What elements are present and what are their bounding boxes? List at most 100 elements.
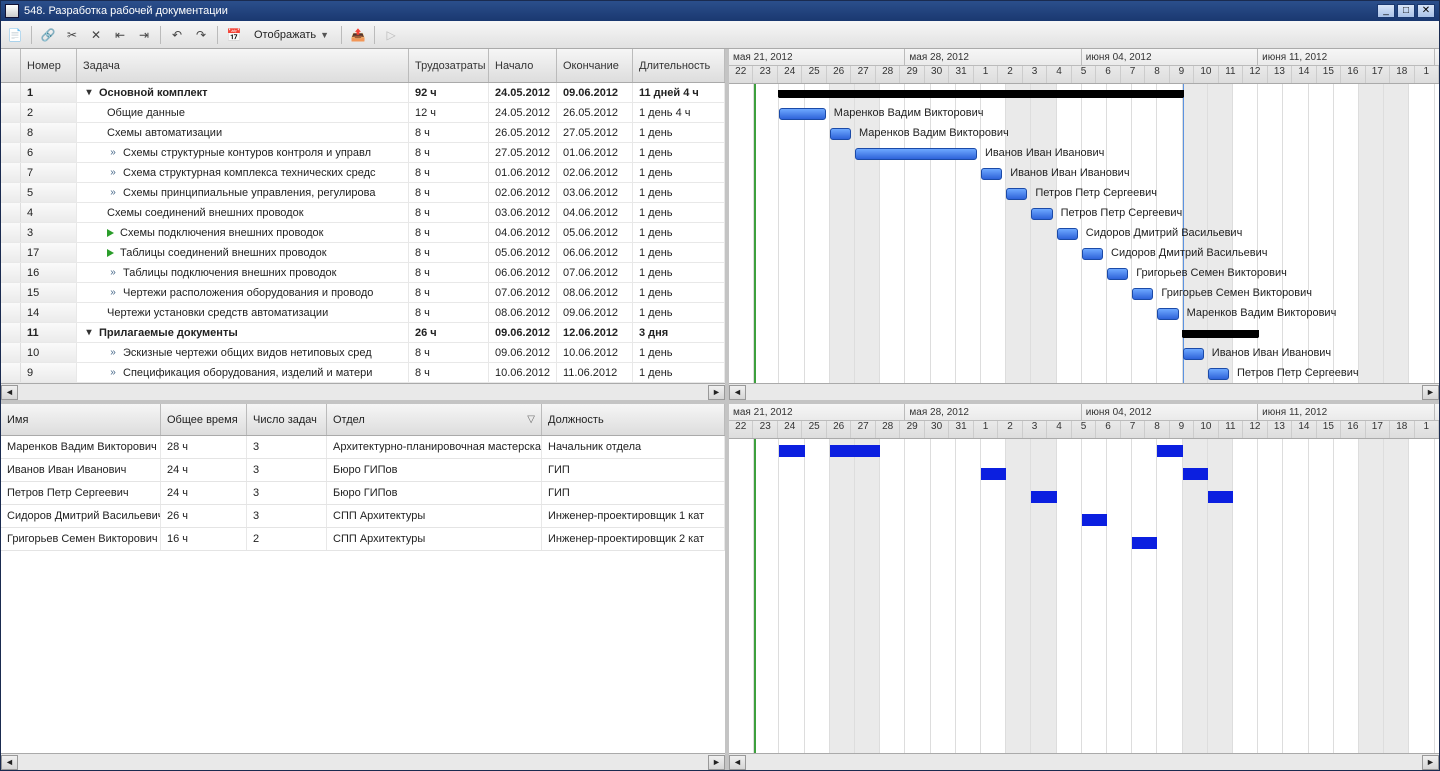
day-header[interactable]: 24: [778, 421, 802, 438]
task-row[interactable]: 5»Схемы принципиальные управления, регул…: [1, 183, 725, 203]
allocation-bar[interactable]: [830, 445, 880, 457]
task-bar[interactable]: [855, 148, 977, 160]
rcol-count[interactable]: Число задач: [247, 404, 327, 435]
task-row[interactable]: 11▾Прилагаемые документы26 ч09.06.201212…: [1, 323, 725, 343]
scroll-left-icon[interactable]: ◄: [1, 755, 18, 770]
day-header[interactable]: 25: [802, 66, 826, 83]
task-row[interactable]: 17Таблицы соединений внешних проводок8 ч…: [1, 243, 725, 263]
resource-row[interactable]: Маренков Вадим Викторович28 ч3Архитектур…: [1, 436, 725, 459]
day-header[interactable]: 14: [1292, 66, 1316, 83]
day-header[interactable]: 2: [998, 66, 1022, 83]
scroll-right-icon[interactable]: ►: [708, 755, 725, 770]
row-marker[interactable]: [1, 323, 21, 342]
row-marker[interactable]: [1, 103, 21, 122]
day-header[interactable]: 27: [851, 66, 875, 83]
day-header[interactable]: 8: [1145, 66, 1169, 83]
resource-row[interactable]: Сидоров Дмитрий Васильевич26 ч3СПП Архит…: [1, 505, 725, 528]
export-button[interactable]: 📤: [348, 25, 368, 45]
row-marker[interactable]: [1, 303, 21, 322]
col-end[interactable]: Окончание: [557, 49, 633, 82]
calendar-button[interactable]: 📅: [224, 25, 244, 45]
cell-task[interactable]: Схемы подключения внешних проводок: [77, 223, 409, 242]
task-bar[interactable]: [1157, 308, 1178, 320]
day-header[interactable]: 10: [1194, 421, 1218, 438]
task-row[interactable]: 3Схемы подключения внешних проводок8 ч04…: [1, 223, 725, 243]
day-header[interactable]: 10: [1194, 66, 1218, 83]
col-start[interactable]: Начало: [489, 49, 557, 82]
cell-task[interactable]: »Схема структурная комплекса технических…: [77, 163, 409, 182]
gantt-hscroll[interactable]: ◄ ►: [729, 383, 1439, 400]
day-header[interactable]: 27: [851, 421, 875, 438]
day-header[interactable]: 2: [998, 421, 1022, 438]
task-grid-hscroll[interactable]: ◄ ►: [1, 383, 725, 400]
day-header[interactable]: 24: [778, 66, 802, 83]
collapse-icon[interactable]: ▾: [83, 87, 95, 99]
close-button[interactable]: ✕: [1417, 4, 1435, 18]
cell-task[interactable]: »Эскизные чертежи общих видов нетиповых …: [77, 343, 409, 362]
day-header[interactable]: 22: [729, 421, 753, 438]
day-header[interactable]: 28: [876, 421, 900, 438]
allocation-bar[interactable]: [1208, 491, 1233, 503]
day-header[interactable]: 15: [1317, 421, 1341, 438]
task-bar[interactable]: [1082, 248, 1103, 260]
scroll-right-icon[interactable]: ►: [708, 385, 725, 400]
task-grid-body[interactable]: 1▾Основной комплект92 ч24.05.201209.06.2…: [1, 83, 725, 383]
row-marker[interactable]: [1, 263, 21, 282]
indent-button[interactable]: ⇥: [134, 25, 154, 45]
week-header[interactable]: мая 21, 2012: [729, 404, 905, 420]
row-marker[interactable]: [1, 203, 21, 222]
maximize-button[interactable]: □: [1397, 4, 1415, 18]
day-header[interactable]: 22: [729, 66, 753, 83]
day-header[interactable]: 6: [1096, 66, 1120, 83]
cell-task[interactable]: Общие данные: [77, 103, 409, 122]
task-row[interactable]: 6»Схемы структурные контуров контроля и …: [1, 143, 725, 163]
row-marker[interactable]: [1, 183, 21, 202]
rcol-pos[interactable]: Должность: [542, 404, 725, 435]
task-bar[interactable]: [981, 168, 1002, 180]
redo-button[interactable]: ↷: [191, 25, 211, 45]
day-header[interactable]: 13: [1268, 66, 1292, 83]
day-header[interactable]: 31: [949, 421, 973, 438]
collapse-icon[interactable]: ▾: [83, 327, 95, 339]
allocation-bar[interactable]: [779, 445, 804, 457]
week-header[interactable]: июня 04, 2012: [1082, 49, 1258, 65]
outdent-button[interactable]: ⇤: [110, 25, 130, 45]
resource-gantt-hscroll[interactable]: ◄ ►: [729, 753, 1439, 770]
cell-task[interactable]: ▾Основной комплект: [77, 83, 409, 102]
week-header[interactable]: июня 11, 2012: [1258, 49, 1434, 65]
day-header[interactable]: 23: [753, 421, 777, 438]
task-row[interactable]: 14Чертежи установки средств автоматизаци…: [1, 303, 725, 323]
day-header[interactable]: 3: [1023, 421, 1047, 438]
day-header[interactable]: 15: [1317, 66, 1341, 83]
cell-task[interactable]: »Таблицы подключения внешних проводок: [77, 263, 409, 282]
day-header[interactable]: 11: [1219, 421, 1243, 438]
row-marker[interactable]: [1, 363, 21, 382]
day-header[interactable]: 23: [753, 66, 777, 83]
task-bar[interactable]: [1107, 268, 1128, 280]
filter-icon[interactable]: ▽: [527, 414, 535, 425]
allocation-bar[interactable]: [1157, 445, 1182, 457]
day-header[interactable]: 14: [1292, 421, 1316, 438]
scroll-left-icon[interactable]: ◄: [1, 385, 18, 400]
task-bar[interactable]: [830, 128, 851, 140]
day-header[interactable]: 31: [949, 66, 973, 83]
col-dur[interactable]: Длительность: [633, 49, 725, 82]
day-header[interactable]: 1: [974, 66, 998, 83]
cell-task[interactable]: »Спецификация оборудования, изделий и ма…: [77, 363, 409, 382]
task-bar[interactable]: [779, 108, 825, 120]
task-bar[interactable]: [1183, 348, 1204, 360]
day-header[interactable]: 13: [1268, 421, 1292, 438]
cell-task[interactable]: Чертежи установки средств автоматизации: [77, 303, 409, 322]
task-row[interactable]: 9»Спецификация оборудования, изделий и м…: [1, 363, 725, 383]
rcol-dept[interactable]: Отдел ▽: [327, 404, 542, 435]
task-row[interactable]: 1▾Основной комплект92 ч24.05.201209.06.2…: [1, 83, 725, 103]
task-row[interactable]: 15»Чертежи расположения оборудования и п…: [1, 283, 725, 303]
cell-task[interactable]: »Схемы структурные контуров контроля и у…: [77, 143, 409, 162]
allocation-bar[interactable]: [1082, 514, 1107, 526]
day-header[interactable]: 25: [802, 421, 826, 438]
display-dropdown[interactable]: Отображать ▼: [248, 25, 335, 45]
unlink-button[interactable]: ✂: [62, 25, 82, 45]
undo-button[interactable]: ↶: [167, 25, 187, 45]
cell-task[interactable]: Схемы автоматизации: [77, 123, 409, 142]
day-header[interactable]: 1: [1415, 66, 1439, 83]
